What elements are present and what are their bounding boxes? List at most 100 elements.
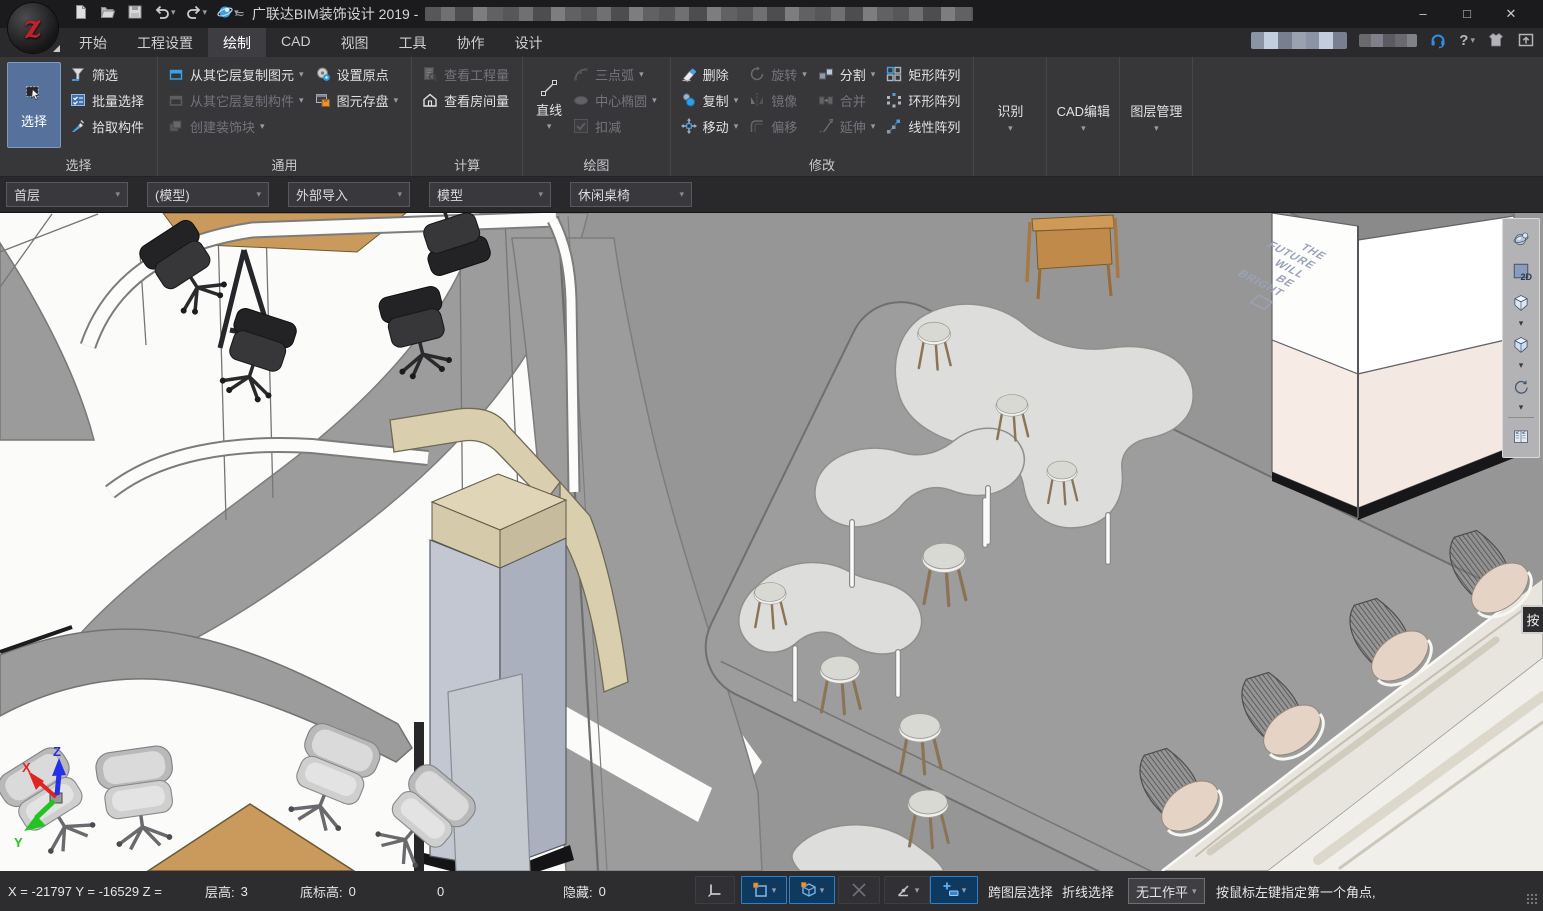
component-select[interactable]: 休闲桌椅▾	[570, 182, 692, 207]
view-quantity-icon	[421, 66, 439, 82]
cad-edit-button[interactable]: CAD编辑▾	[1047, 57, 1120, 176]
statusbar: X = -21797 Y = -16529 Z = 按鼠标左键指定第一个角点, …	[0, 871, 1543, 911]
window-controls: –□✕	[1401, 0, 1533, 27]
pick-component-button[interactable]: 拾取构件	[66, 114, 147, 138]
line-icon	[540, 79, 558, 97]
view-rotate-button[interactable]	[1506, 372, 1536, 402]
tab-工程设置[interactable]: 工程设置	[122, 28, 208, 57]
delete-icon	[680, 66, 698, 82]
viewport-3d[interactable]: X Z Y	[0, 213, 1543, 871]
tab-工具[interactable]: 工具	[384, 28, 442, 57]
redo-button[interactable]: ▾	[183, 3, 210, 21]
coord-input-toggle[interactable]: ▾	[930, 876, 978, 904]
open-file-button[interactable]	[97, 3, 119, 21]
viewport-tooltip: 按	[1521, 605, 1543, 634]
extend-button: 延伸▾	[814, 114, 879, 138]
split-button[interactable]: 分割▾	[814, 62, 879, 86]
orbit-tool-button[interactable]	[1506, 224, 1536, 254]
object-snap-toggle[interactable]: ▾	[789, 876, 835, 904]
category-select[interactable]: 模型▾	[429, 182, 551, 207]
dropdown-caret[interactable]: ▾	[1519, 361, 1524, 369]
2d-label: 2D	[1520, 272, 1532, 282]
maximize-button[interactable]: □	[1445, 0, 1489, 27]
workspace-panel-button[interactable]	[1517, 31, 1535, 49]
view-2d-button[interactable]: 2D	[1506, 256, 1536, 286]
save-element-button[interactable]: 图元存盘▾	[311, 88, 402, 112]
tab-设计[interactable]: 设计	[500, 28, 558, 57]
view-sheet-button[interactable]	[1506, 422, 1536, 452]
undo-button[interactable]: ▾	[151, 3, 178, 21]
app-logo[interactable]: z	[8, 3, 58, 53]
model-filter-select[interactable]: (模型)▾	[147, 182, 269, 207]
tab-绘制[interactable]: 绘制	[208, 28, 266, 57]
dropdown-caret: ▾	[1192, 887, 1197, 896]
support-button[interactable]	[1429, 31, 1447, 49]
view-room-icon	[421, 92, 439, 108]
ribbon-column: 旋转▾镜像偏移	[745, 62, 810, 158]
help-button[interactable]: ?▾	[1459, 32, 1475, 49]
cross-layer-select-button[interactable]: 跨图层选择	[988, 878, 1053, 904]
filter-button[interactable]: 筛选	[66, 62, 147, 86]
filter-label: 筛选	[92, 65, 118, 84]
rect-snap-toggle[interactable]: ▾	[741, 876, 787, 904]
cad-edit-label: CAD编辑	[1057, 101, 1110, 120]
ribbon: 选择筛选批量选择拾取构件选择从其它层复制图元▾从其它层复制构件▾创建装饰块▾设置…	[0, 57, 1543, 177]
angle-toggle[interactable]: ▾	[884, 876, 930, 904]
dropdown-caret: ▾	[547, 122, 552, 131]
workplane-select[interactable]: 无工作平▾	[1128, 878, 1205, 904]
view-toolbar: 2D ▾ ▾ ▾	[1502, 218, 1540, 458]
ortho-toggle[interactable]	[695, 876, 735, 904]
linear-array-button[interactable]: 线性阵列	[882, 114, 963, 138]
line-button[interactable]: 直线▾	[529, 62, 569, 148]
view-room-quantities-button[interactable]: 查看房间量	[418, 88, 512, 112]
resize-grip[interactable]	[1526, 893, 1538, 905]
dropdown-caret: ▾	[652, 96, 657, 105]
select-button[interactable]: 选择	[7, 62, 61, 148]
snap-cube-icon	[800, 881, 818, 899]
coordinates-readout: X = -21797 Y = -16529 Z =	[8, 871, 162, 911]
close-button[interactable]: ✕	[1489, 0, 1533, 27]
minimize-button[interactable]: –	[1401, 0, 1445, 27]
floor-select[interactable]: 首层▾	[6, 182, 128, 207]
rect-array-button[interactable]: 矩形阵列	[882, 62, 963, 86]
dropdown-caret: ▾	[256, 190, 261, 199]
titlebar: z ▾▾▾ ≂ 广联达BIM装饰设计 2019 - –□✕	[0, 0, 1543, 28]
dropdown-caret: ▾	[734, 96, 739, 105]
view-front-button[interactable]	[1506, 330, 1536, 360]
cross-layer-select-label: 跨图层选择	[988, 882, 1053, 901]
tab-协作[interactable]: 协作	[442, 28, 500, 57]
floor-select-value: 首层	[14, 185, 40, 204]
menu-bar: 开始工程设置绘制CAD视图工具协作设计 ?▾	[0, 28, 1543, 58]
ortho-icon	[706, 882, 724, 898]
move-button[interactable]: 移动▾	[677, 114, 742, 138]
batch-select-button[interactable]: 批量选择	[66, 88, 147, 112]
dropdown-caret[interactable]: ▾	[1519, 319, 1524, 327]
set-origin-button[interactable]: 设置原点	[311, 62, 402, 86]
axis-y-label: Y	[14, 835, 23, 850]
polyline-select-button[interactable]: 折线选择	[1062, 878, 1114, 904]
create-decor-block-button: 创建装饰块▾	[164, 114, 307, 138]
three-point-arc-label: 三点弧	[595, 65, 634, 84]
view-quantities-label: 查看工程量	[444, 65, 509, 84]
dropdown-caret[interactable]: ▾	[1519, 403, 1524, 411]
tab-开始[interactable]: 开始	[64, 28, 122, 57]
tab-视图[interactable]: 视图	[326, 28, 384, 57]
save-file-button[interactable]	[124, 3, 146, 21]
new-file-button[interactable]	[70, 3, 92, 21]
offset-label: 偏移	[771, 117, 797, 136]
copy-element-from-layer-button[interactable]: 从其它层复制图元▾	[164, 62, 307, 86]
view-iso-button[interactable]	[1506, 288, 1536, 318]
theme-button[interactable]	[1487, 31, 1505, 49]
source-select[interactable]: 外部导入▾	[288, 182, 410, 207]
delete-button[interactable]: 删除	[677, 62, 742, 86]
ribbon-column: 设置原点图元存盘▾	[311, 62, 402, 158]
set-origin-icon	[314, 66, 332, 82]
recognize-button[interactable]: 识别▾	[974, 57, 1047, 176]
logo-z-glyph: z	[22, 12, 44, 45]
ring-array-button[interactable]: 环形阵列	[882, 88, 963, 112]
move-label: 移动	[703, 117, 729, 136]
tab-CAD[interactable]: CAD	[266, 28, 326, 57]
layer-manage-button[interactable]: 图层管理▾	[1120, 57, 1193, 176]
copy-button[interactable]: 复制▾	[677, 88, 742, 112]
component-select-value: 休闲桌椅	[578, 185, 630, 204]
